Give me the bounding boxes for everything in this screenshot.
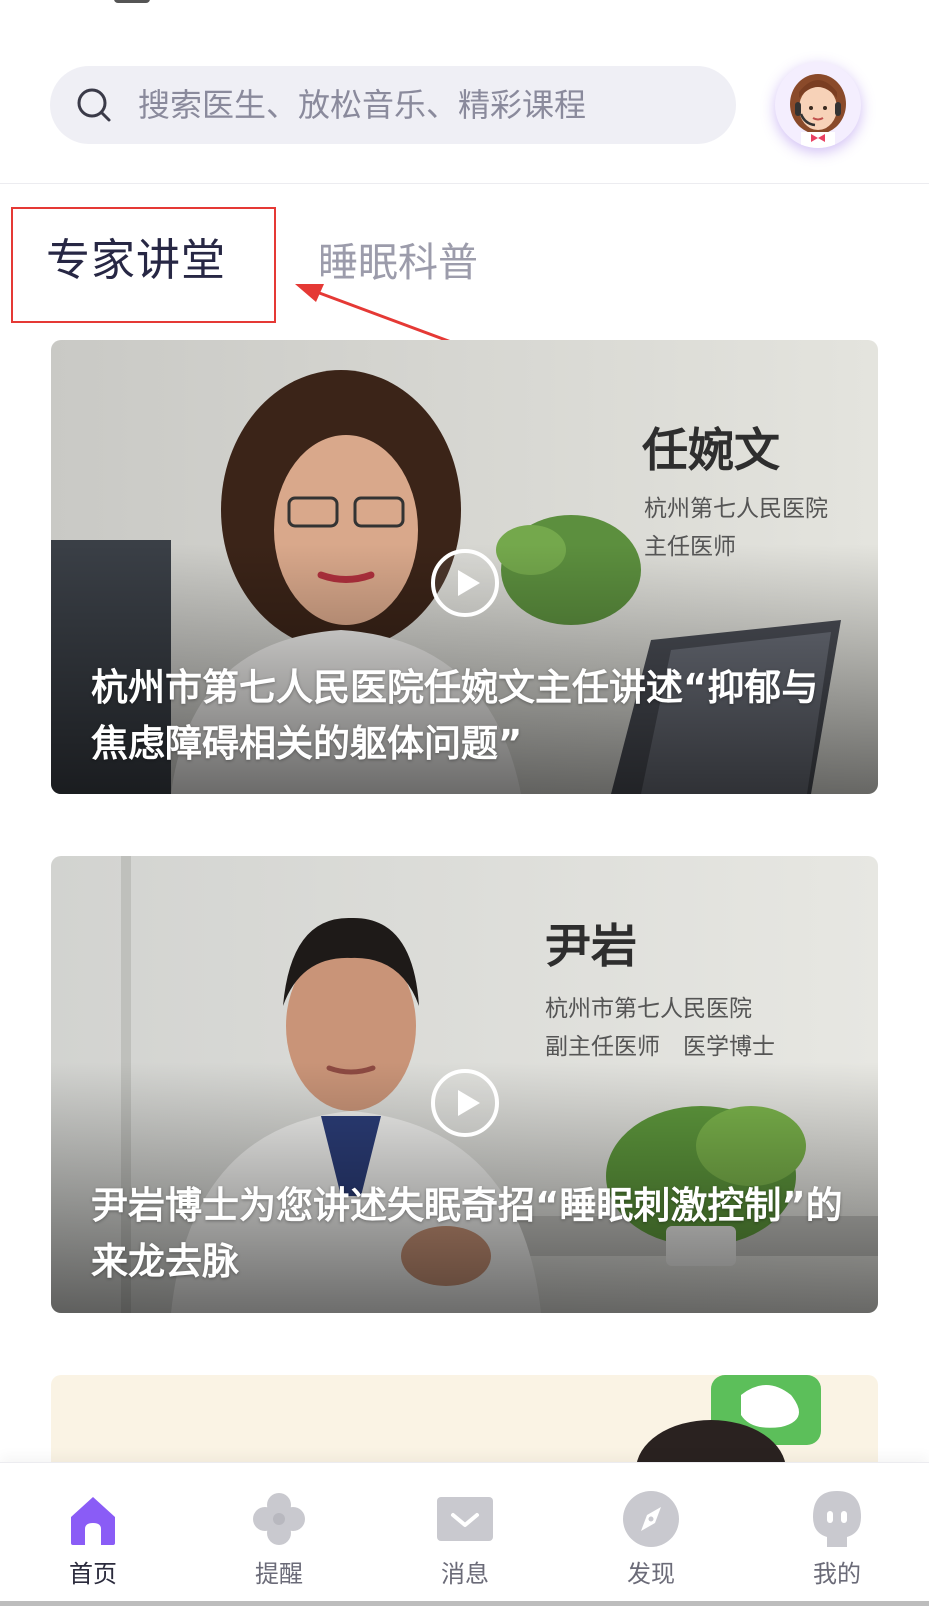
tabbar-label: 首页 [69, 1560, 117, 1588]
doctor-details: 杭州市第七人民医院 副主任医师 医学博士 [545, 990, 775, 1066]
home-icon [71, 1497, 115, 1545]
tabbar-label: 发现 [627, 1560, 675, 1588]
play-icon[interactable] [430, 1068, 500, 1138]
clover-icon [253, 1493, 305, 1545]
tabbar-item-reminder[interactable]: 提醒 [186, 1463, 372, 1606]
tabbar-item-discover[interactable]: 发现 [558, 1463, 744, 1606]
doctor-position: 主任医师 [644, 534, 736, 560]
doctor-name: 尹岩 [545, 919, 637, 973]
bottom-tab-bar: 首页 提醒 消息 发现 我的 [0, 1462, 929, 1606]
support-agent-icon [790, 74, 846, 148]
video-card[interactable]: 尹岩 杭州市第七人民医院 副主任医师 医学博士 尹岩博士为您讲述失眠奇招“睡眠刺… [51, 856, 878, 1313]
doctor-name: 任婉文 [642, 423, 780, 477]
doctor-hospital: 杭州第七人民医院 [644, 496, 828, 522]
search-bar[interactable]: 搜索医生、放松音乐、精彩课程 [50, 66, 736, 144]
tab-sleep-science[interactable]: 睡眠科普 [318, 236, 478, 290]
tabbar-item-messages[interactable]: 消息 [372, 1463, 558, 1606]
status-bar-fragment [114, 0, 150, 3]
doctor-hospital: 杭州市第七人民医院 [545, 996, 752, 1022]
message-icon [437, 1497, 493, 1541]
video-title: 杭州市第七人民医院任婉文主任讲述“抑郁与焦虑障碍相关的躯体问题” [91, 666, 819, 765]
doctor-details: 杭州第七人民医院 主任医师 [644, 490, 828, 566]
home-indicator-line [0, 1601, 929, 1606]
play-icon[interactable] [430, 548, 500, 618]
video-card[interactable] [51, 1375, 878, 1465]
tabbar-label: 我的 [813, 1560, 861, 1588]
tabbar-label: 提醒 [255, 1560, 303, 1588]
video-title: 尹岩博士为您讲述失眠奇招“睡眠刺激控制”的来龙去脉 [91, 1184, 843, 1283]
compass-icon [623, 1491, 679, 1547]
tabbar-label: 消息 [441, 1560, 489, 1588]
profile-icon [813, 1491, 861, 1547]
search-icon [77, 88, 111, 122]
doctor-position: 副主任医师 医学博士 [545, 1034, 775, 1060]
tabbar-item-profile[interactable]: 我的 [744, 1463, 929, 1606]
tabbar-item-home[interactable]: 首页 [0, 1463, 186, 1606]
customer-service-avatar[interactable] [775, 62, 861, 148]
video-thumbnail [51, 1375, 878, 1465]
tab-expert-lecture[interactable]: 专家讲堂 [46, 232, 226, 290]
search-input[interactable]: 搜索医生、放松音乐、精彩课程 [138, 84, 586, 126]
header-divider [0, 183, 929, 184]
video-card[interactable]: 任婉文 杭州第七人民医院 主任医师 杭州市第七人民医院任婉文主任讲述“抑郁与焦虑… [51, 340, 878, 794]
